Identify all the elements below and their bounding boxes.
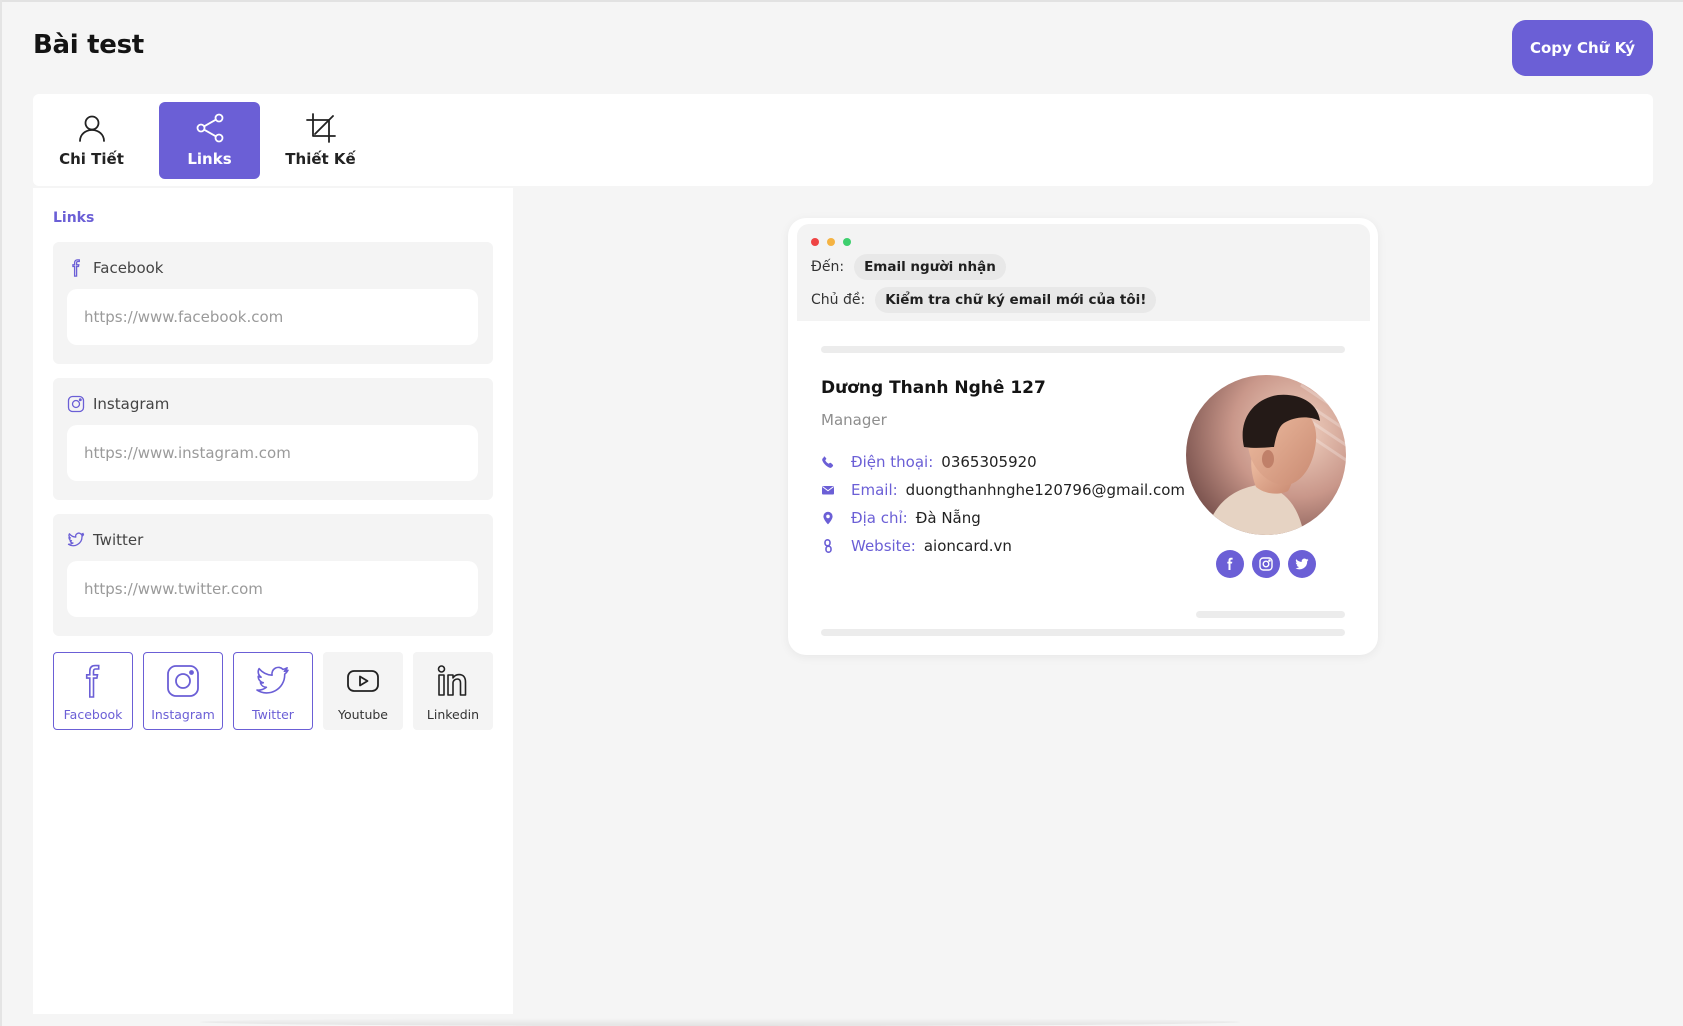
window-close-dot (811, 238, 819, 246)
signature-email-row: Email: duongthanhnghe120796@gmail.com (821, 480, 1185, 500)
section-label: Links (53, 210, 95, 226)
facebook-icon (1227, 557, 1233, 570)
signature-facebook-link[interactable] (1216, 550, 1244, 578)
crop-icon (305, 113, 336, 143)
avatar (1186, 375, 1346, 535)
share-icon (196, 113, 223, 143)
tile-twitter[interactable]: Twitter (233, 652, 313, 730)
facebook-icon (72, 259, 80, 277)
tile-instagram[interactable]: Instagram (143, 652, 223, 730)
location-pin-icon (823, 511, 833, 525)
link-icon (824, 539, 832, 553)
twitter-link-card: Twitter (53, 514, 493, 636)
social-network-picker: Facebook Instagram Twitter Youtube Linke… (53, 652, 493, 730)
signature-role: Manager (821, 411, 887, 429)
facebook-icon (85, 664, 100, 698)
window-minimize-dot (827, 238, 835, 246)
facebook-link-card: Facebook (53, 242, 493, 364)
signature-twitter-link[interactable] (1288, 550, 1316, 578)
youtube-icon (347, 670, 379, 692)
skeleton-line (1196, 611, 1345, 618)
to-label: Đến: (811, 259, 845, 275)
subject-label: Chủ đề: (811, 292, 866, 308)
tab-label: Thiết Kế (285, 150, 356, 168)
tile-linkedin[interactable]: Linkedin (413, 652, 493, 730)
signature-instagram-link[interactable] (1252, 550, 1280, 578)
linkedin-icon (437, 665, 467, 696)
email-header: Đến: Email người nhận Chủ đề: Kiểm tra c… (797, 224, 1370, 321)
instagram-icon (167, 665, 199, 697)
copy-signature-button[interactable]: Copy Chữ Ký (1512, 20, 1653, 76)
instagram-url-input[interactable] (67, 425, 478, 481)
skeleton-line (821, 346, 1345, 353)
tab-chi-tiet[interactable]: Chi Tiết (41, 102, 142, 179)
tab-links[interactable]: Links (159, 102, 260, 179)
signature-social-links (1216, 550, 1316, 578)
email-to-row: Đến: Email người nhận (811, 254, 1006, 280)
email-subject-row: Chủ đề: Kiểm tra chữ ký email mới của tô… (811, 287, 1157, 313)
instagram-link-card: Instagram (53, 378, 493, 500)
phone-icon (822, 456, 834, 468)
bottom-scroll-shadow (200, 1018, 1240, 1026)
email-preview-card: Đến: Email người nhận Chủ đề: Kiểm tra c… (788, 218, 1378, 655)
window-left-border (0, 0, 2, 1026)
window-top-border (0, 0, 1683, 2)
twitter-icon (67, 532, 85, 547)
signature-phone-row: Điện thoại: 0365305920 (821, 452, 1037, 472)
instagram-icon (1259, 557, 1273, 571)
tile-youtube[interactable]: Youtube (323, 652, 403, 730)
tab-label: Chi Tiết (59, 150, 124, 168)
signature-address-row: Địa chỉ: Đà Nẵng (821, 508, 981, 528)
mail-icon (822, 486, 834, 495)
skeleton-line (821, 629, 1345, 636)
twitter-field-label: Twitter (67, 530, 143, 550)
window-maximize-dot (843, 238, 851, 246)
signature-name: Dương Thanh Nghê 127 (821, 378, 1046, 398)
links-panel: Links Facebook Instagram Twitter (33, 188, 513, 1014)
page-title: Bài test (33, 30, 144, 60)
tab-label: Links (187, 150, 232, 168)
twitter-icon (256, 666, 289, 694)
facebook-url-input[interactable] (67, 289, 478, 345)
twitter-url-input[interactable] (67, 561, 478, 617)
instagram-field-label: Instagram (67, 394, 169, 414)
user-icon (78, 115, 105, 142)
tab-thiet-ke[interactable]: Thiết Kế (270, 102, 371, 179)
to-recipient: Email người nhận (854, 254, 1006, 280)
tab-bar: Chi Tiết Links Thiết Kế (33, 94, 1653, 186)
twitter-icon (1295, 558, 1309, 570)
instagram-icon (67, 395, 85, 413)
subject-value: Kiểm tra chữ ký email mới của tôi! (875, 287, 1157, 313)
signature-website-row: Website: aioncard.vn (821, 536, 1012, 556)
facebook-field-label: Facebook (67, 258, 163, 278)
tile-facebook[interactable]: Facebook (53, 652, 133, 730)
